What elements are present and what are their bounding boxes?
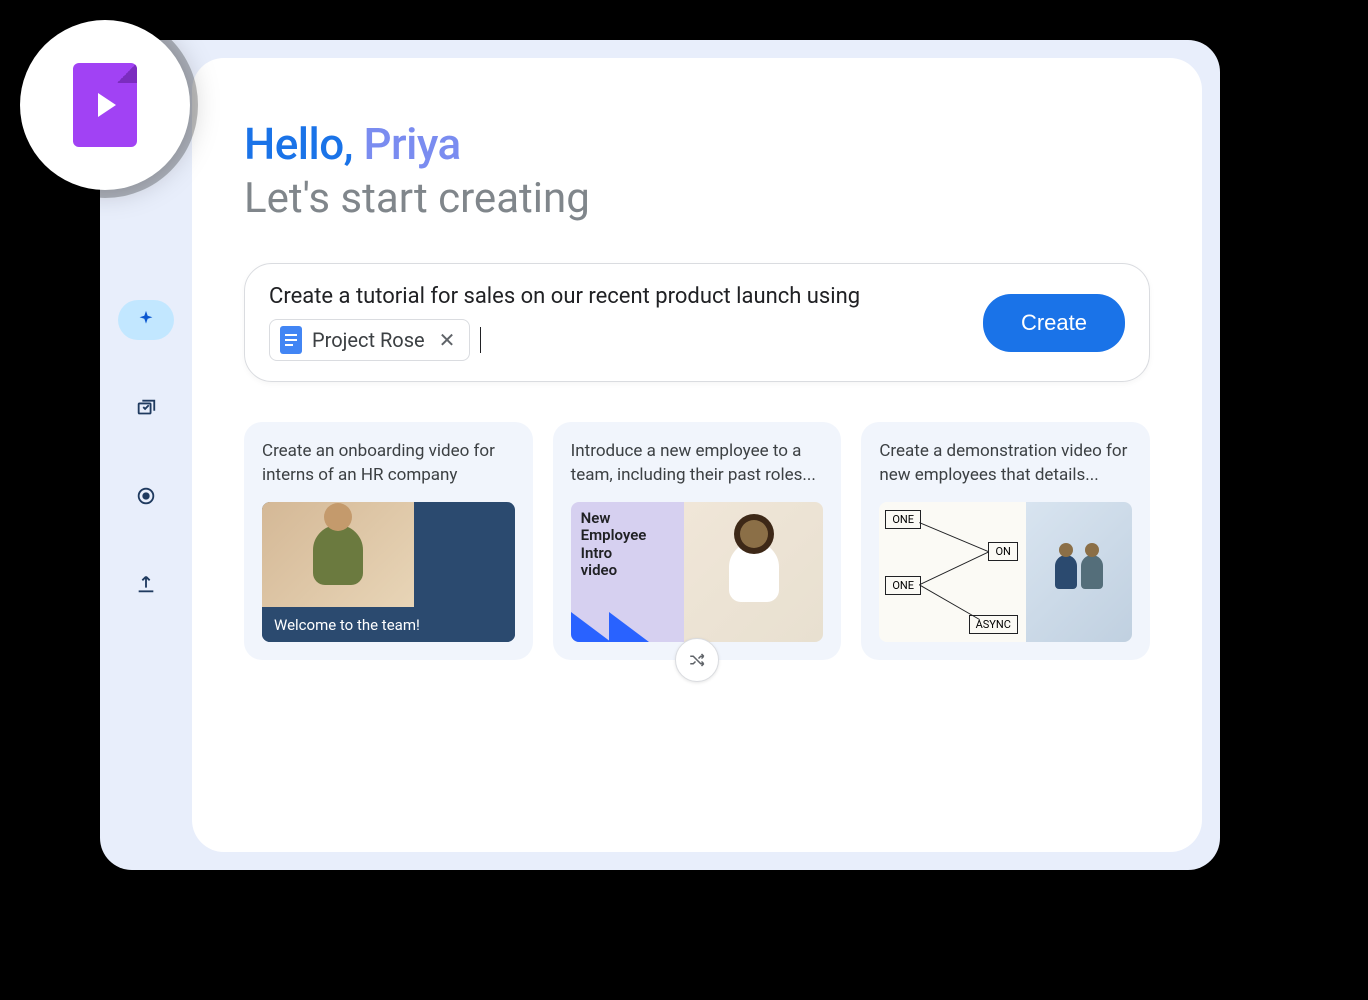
thumbnail-caption: Welcome to the team! xyxy=(262,608,515,642)
templates-icon xyxy=(135,397,157,419)
upload-icon xyxy=(135,573,157,595)
diagram-placeholder: ONE ON ONE ASYNC xyxy=(879,502,1026,642)
suggestion-title: Create a demonstration video for new emp… xyxy=(879,440,1132,488)
attachment-label: Project Rose xyxy=(312,328,425,352)
sidebar-item-templates[interactable] xyxy=(118,388,174,428)
sparkle-icon xyxy=(135,309,157,331)
suggestion-title: Introduce a new employee to a team, incl… xyxy=(571,440,824,488)
create-button[interactable]: Create xyxy=(983,294,1125,352)
greeting-prefix: Hello, xyxy=(244,118,363,170)
suggestion-card-2[interactable]: Introduce a new employee to a team, incl… xyxy=(553,422,842,660)
greeting-heading: Hello, Priya xyxy=(244,118,1150,170)
app-window: Hello, Priya Let's start creating Create… xyxy=(100,40,1220,870)
sidebar-item-ai[interactable] xyxy=(118,300,174,340)
attachment-chip[interactable]: Project Rose ✕ xyxy=(269,319,470,361)
text-cursor xyxy=(480,327,481,353)
person-photo-placeholder xyxy=(684,502,823,642)
main-panel: Hello, Priya Let's start creating Create… xyxy=(192,58,1202,852)
suggestion-card-3[interactable]: Create a demonstration video for new emp… xyxy=(861,422,1150,660)
prompt-text: Create a tutorial for sales on our recen… xyxy=(269,284,963,309)
greeting-subtitle: Let's start creating xyxy=(244,174,1150,223)
play-icon xyxy=(98,93,116,117)
remove-attachment-button[interactable]: ✕ xyxy=(435,328,460,352)
vids-file-icon xyxy=(73,63,137,147)
suggestion-card-1[interactable]: Create an onboarding video for interns o… xyxy=(244,422,533,660)
vids-logo-badge xyxy=(20,20,190,190)
shuffle-suggestions-button[interactable] xyxy=(675,638,719,682)
suggestion-cards: Create an onboarding video for interns o… xyxy=(244,422,1150,660)
sidebar-item-record[interactable] xyxy=(118,476,174,516)
shuffle-icon xyxy=(688,651,706,669)
thumbnail-label: New Employee Intro video xyxy=(581,510,675,579)
sidebar-item-upload[interactable] xyxy=(118,564,174,604)
suggestion-title: Create an onboarding video for interns o… xyxy=(262,440,515,488)
prompt-box[interactable]: Create a tutorial for sales on our recen… xyxy=(244,263,1150,382)
people-photo-placeholder xyxy=(1026,502,1132,642)
prompt-content[interactable]: Create a tutorial for sales on our recen… xyxy=(269,284,963,361)
docs-icon xyxy=(280,326,302,354)
record-icon xyxy=(135,485,157,507)
suggestion-thumbnail: ONE ON ONE ASYNC xyxy=(879,502,1132,642)
greeting-name: Priya xyxy=(363,118,460,170)
person-photo-placeholder xyxy=(262,502,414,607)
suggestion-thumbnail: Welcome to the team! xyxy=(262,502,515,642)
suggestion-thumbnail: New Employee Intro video xyxy=(571,502,824,642)
